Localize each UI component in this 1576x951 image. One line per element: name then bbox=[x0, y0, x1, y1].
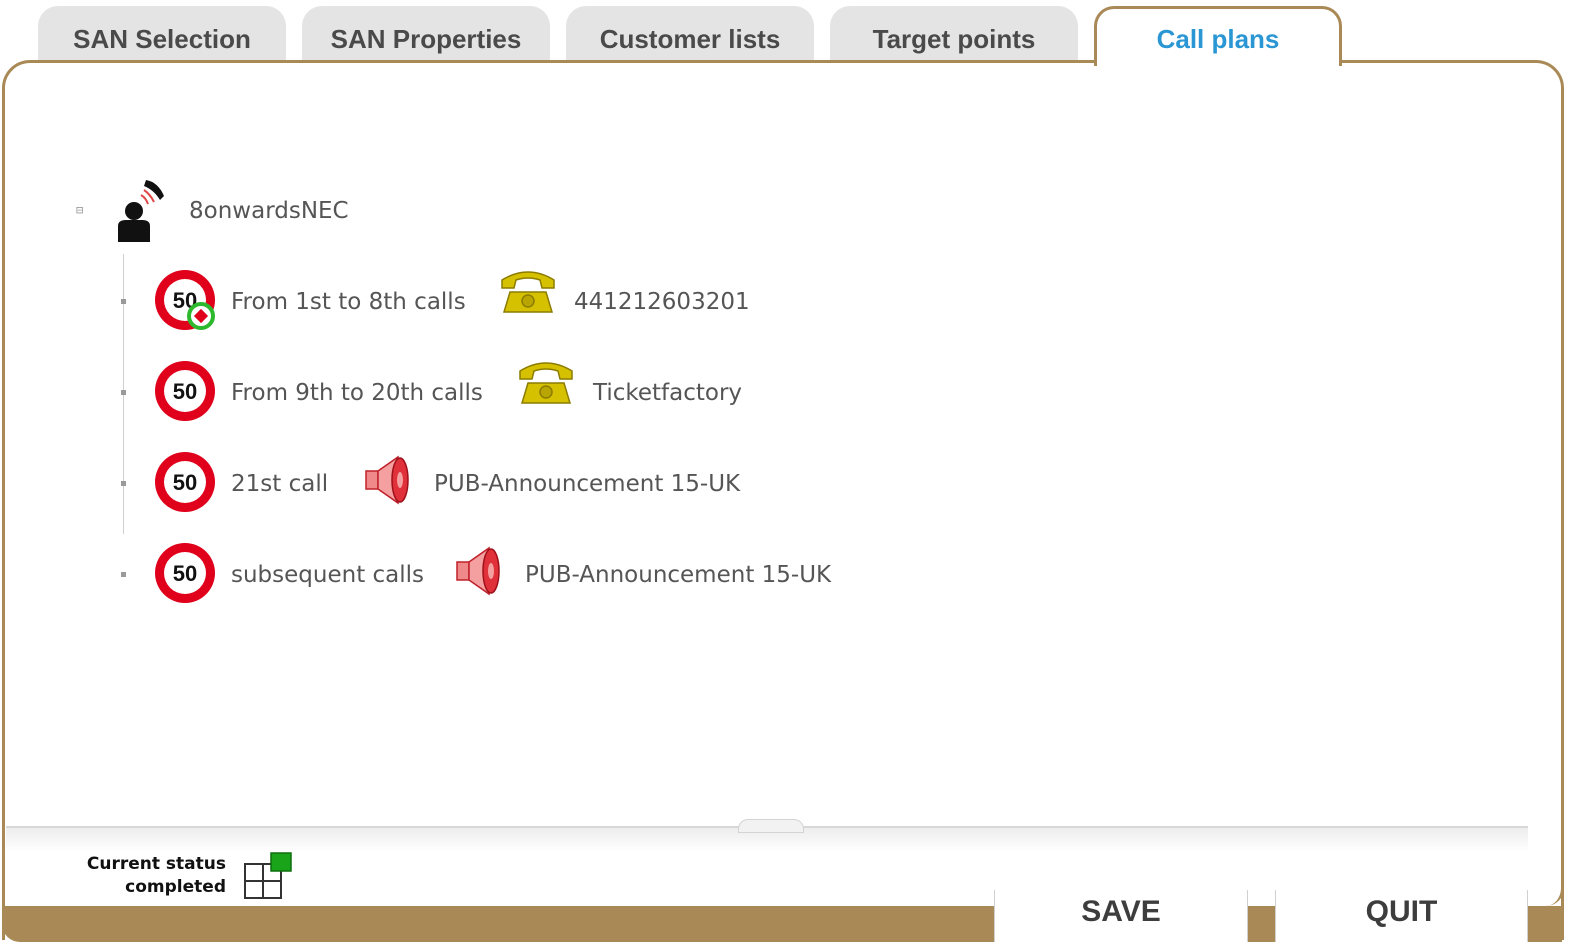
tree-node-dot bbox=[121, 572, 126, 577]
phone-icon[interactable] bbox=[498, 266, 558, 314]
call-target-label[interactable]: PUB-Announcement 15-UK bbox=[434, 471, 740, 497]
status-value: completed bbox=[125, 877, 226, 897]
tab-call-plans[interactable]: Call plans bbox=[1094, 6, 1342, 66]
panel-edge bbox=[1528, 826, 1564, 906]
tree-node-dot bbox=[121, 481, 126, 486]
tree-node-dot bbox=[121, 390, 126, 395]
current-status: Current status completed bbox=[40, 853, 226, 899]
speaker-icon[interactable] bbox=[453, 544, 505, 598]
resize-handle[interactable] bbox=[738, 819, 804, 833]
status-grid-icon bbox=[244, 852, 292, 899]
svg-text:50: 50 bbox=[173, 379, 197, 404]
svg-text:50: 50 bbox=[173, 561, 197, 586]
tab-san-selection[interactable]: SAN Selection bbox=[38, 6, 286, 62]
tree-node-dot bbox=[121, 299, 126, 304]
tab-customer-lists[interactable]: Customer lists bbox=[566, 6, 814, 62]
call-plans-panel bbox=[2, 60, 1564, 940]
call-range-label[interactable]: From 1st to 8th calls bbox=[231, 289, 466, 315]
call-range-label[interactable]: 21st call bbox=[231, 471, 328, 497]
caller-person-icon bbox=[118, 180, 164, 242]
speaker-icon[interactable] bbox=[362, 453, 414, 507]
save-button[interactable]: SAVE bbox=[994, 890, 1248, 942]
status-title: Current status bbox=[86, 854, 226, 874]
quit-button[interactable]: QUIT bbox=[1275, 890, 1528, 942]
call-target-label[interactable]: Ticketfactory bbox=[593, 380, 742, 406]
speed-limit-50-refresh-icon[interactable]: 50 bbox=[153, 268, 217, 332]
speed-limit-50-icon[interactable]: 50 bbox=[153, 359, 217, 423]
call-range-label[interactable]: From 9th to 20th calls bbox=[231, 380, 483, 406]
svg-text:50: 50 bbox=[173, 470, 197, 495]
tab-san-properties[interactable]: SAN Properties bbox=[302, 6, 550, 62]
call-target-label[interactable]: 441212603201 bbox=[574, 289, 750, 315]
call-plan-root-label[interactable]: 8onwardsNEC bbox=[189, 198, 349, 224]
speed-limit-50-icon[interactable]: 50 bbox=[153, 541, 217, 605]
speed-limit-50-icon[interactable]: 50 bbox=[153, 450, 217, 514]
call-range-label[interactable]: subsequent calls bbox=[231, 562, 424, 588]
call-target-label[interactable]: PUB-Announcement 15-UK bbox=[525, 562, 831, 588]
tab-target-points[interactable]: Target points bbox=[830, 6, 1078, 62]
collapse-toggle-icon[interactable]: ⊟ bbox=[76, 204, 88, 216]
phone-icon[interactable] bbox=[516, 357, 576, 405]
